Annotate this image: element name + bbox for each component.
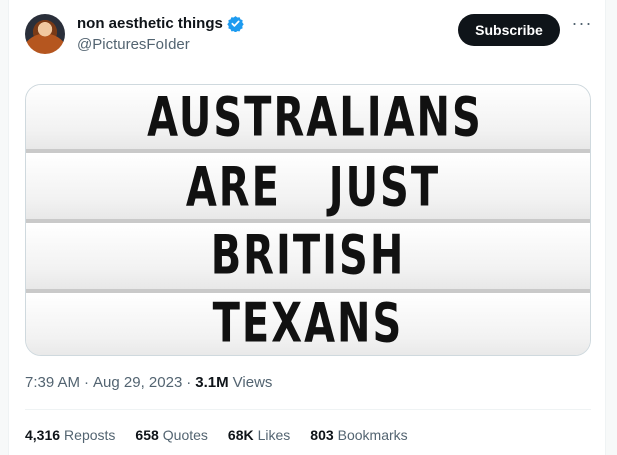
quotes-stat[interactable]: 658 Quotes — [135, 427, 208, 443]
likes-count: 68K — [227, 427, 254, 443]
tweet-card: non aesthetic things @PicturesFoIder Sub… — [8, 0, 606, 455]
reposts-stat[interactable]: 4,316 Reposts — [25, 427, 115, 443]
sign-line-1: AUSTRALIANS — [147, 86, 483, 150]
bookmarks-label: Bookmarks — [337, 427, 408, 443]
avatar[interactable] — [25, 14, 65, 54]
sign-line-3: BRITISH — [210, 224, 406, 288]
reposts-label: Reposts — [64, 427, 116, 443]
divider — [25, 409, 591, 410]
meta-separator: · — [186, 374, 192, 391]
more-horizontal-icon[interactable]: ··· — [571, 14, 593, 38]
sign-line-2: ARE JUST — [185, 156, 441, 220]
meta-separator: · — [84, 374, 90, 391]
author-name-row: non aesthetic things — [77, 15, 244, 32]
display-name[interactable]: non aesthetic things — [77, 15, 223, 32]
tweet-time[interactable]: 7:39 AM — [25, 374, 80, 391]
sign-line-4: TEXANS — [212, 292, 404, 356]
bookmarks-count: 803 — [310, 427, 334, 443]
reposts-count: 4,316 — [25, 427, 61, 443]
tweet-meta: 7:39 AM · Aug 29, 2023 · 3.1M Views — [25, 374, 272, 391]
likes-stat[interactable]: 68K Likes — [228, 427, 290, 443]
tweet-image[interactable]: AUSTRALIANS ARE JUST BRITISH TEXANS — [25, 84, 591, 356]
author-handle[interactable]: @PicturesFoIder — [77, 36, 190, 53]
engagement-stats: 4,316 Reposts 658 Quotes 68K Likes 803 B… — [25, 427, 408, 443]
verified-badge-icon — [227, 16, 244, 32]
quotes-label: Quotes — [162, 427, 208, 443]
likes-label: Likes — [257, 427, 291, 443]
quotes-count: 658 — [135, 427, 159, 443]
tweet-date[interactable]: Aug 29, 2023 — [93, 374, 182, 391]
views-count: 3.1M — [195, 374, 229, 391]
subscribe-button[interactable]: Subscribe — [458, 14, 560, 46]
bookmarks-stat[interactable]: 803 Bookmarks — [310, 427, 407, 443]
views-label: Views — [232, 374, 273, 391]
